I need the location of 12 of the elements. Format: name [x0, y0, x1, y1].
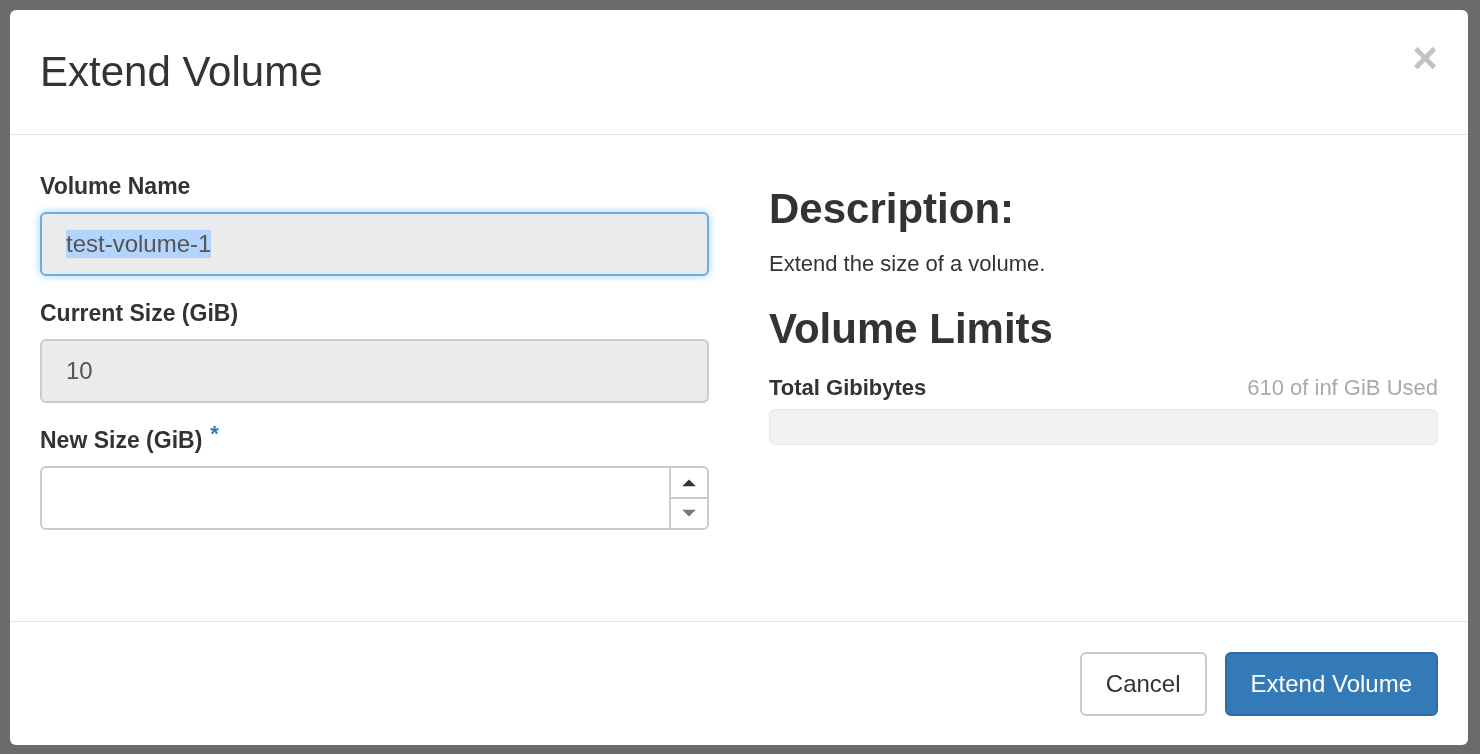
field-label: Volume Name: [40, 173, 191, 200]
required-mark: *: [210, 421, 219, 447]
description-text: Extend the size of a volume.: [769, 251, 1047, 277]
usage-reading: 610 of inf GiB Used: [1247, 375, 1438, 401]
field-label: New Size (GiB): [40, 427, 203, 454]
dialog-title: Extend Volume: [40, 48, 323, 96]
limit-label: Total Gibibytes: [769, 375, 927, 401]
section-heading: Volume Limits: [769, 305, 1054, 353]
submit-button[interactable]: Extend Volume: [1224, 651, 1438, 716]
section-heading: Description:: [769, 185, 1016, 233]
cancel-button[interactable]: Cancel: [1079, 651, 1207, 716]
field-label: Current Size (GiB): [40, 300, 239, 327]
